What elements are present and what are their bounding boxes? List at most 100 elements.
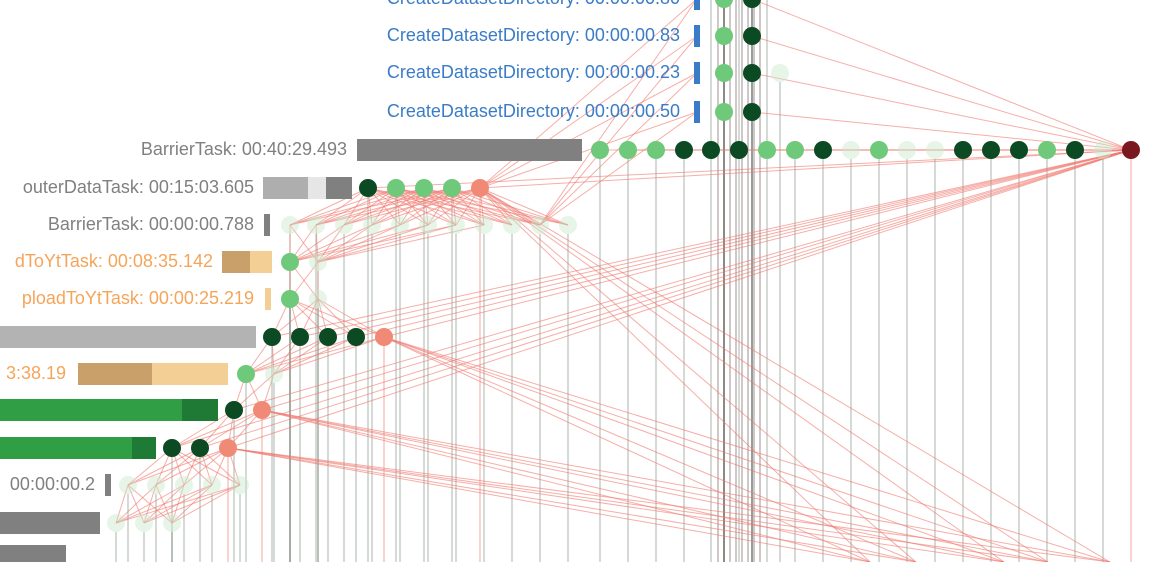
duration-bar[interactable]	[132, 437, 156, 459]
dependency-node[interactable]	[1010, 141, 1028, 159]
task-label: 3:38.19	[6, 363, 66, 384]
dependency-node[interactable]	[503, 216, 521, 234]
dependency-node[interactable]	[319, 328, 337, 346]
task-label: ploadToYtTask: 00:00:25.219	[22, 288, 254, 309]
dependency-node[interactable]	[391, 216, 409, 234]
dependency-node[interactable]	[531, 216, 549, 234]
dependency-node[interactable]	[265, 365, 283, 383]
duration-tick[interactable]	[694, 62, 700, 84]
dependency-node[interactable]	[237, 365, 255, 383]
task-label: dToYtTask: 00:08:35.142	[15, 251, 213, 272]
duration-bar[interactable]	[0, 326, 256, 348]
task-label: BarrierTask: 00:00:00.788	[48, 214, 254, 235]
dependency-node[interactable]	[475, 216, 493, 234]
task-label: outerDataTask: 00:15:03.605	[23, 177, 254, 198]
dependency-node[interactable]	[163, 439, 181, 457]
dependency-node[interactable]	[291, 328, 309, 346]
duration-bar[interactable]	[0, 437, 132, 459]
dependency-node[interactable]	[175, 476, 193, 494]
dependency-node[interactable]	[898, 141, 916, 159]
dependency-node[interactable]	[591, 141, 609, 159]
dependency-node[interactable]	[786, 141, 804, 159]
dependency-node[interactable]	[1038, 141, 1056, 159]
dependency-node[interactable]	[309, 290, 327, 308]
duration-tick[interactable]	[105, 474, 111, 496]
dependency-node[interactable]	[954, 141, 972, 159]
dependency-node[interactable]	[225, 401, 243, 419]
dependency-node[interactable]	[675, 141, 693, 159]
duration-bar[interactable]	[263, 177, 308, 199]
dependency-node[interactable]	[419, 216, 437, 234]
dependency-node[interactable]	[647, 141, 665, 159]
dependency-node[interactable]	[619, 141, 637, 159]
duration-bar[interactable]	[0, 545, 66, 562]
dependency-node[interactable]	[715, 103, 733, 121]
dependency-node[interactable]	[307, 216, 325, 234]
duration-bar[interactable]	[357, 139, 582, 161]
dependency-node[interactable]	[1066, 141, 1084, 159]
duration-bar[interactable]	[250, 251, 272, 273]
duration-tick[interactable]	[265, 288, 271, 310]
dependency-node[interactable]	[119, 476, 137, 494]
dependency-node[interactable]	[443, 179, 461, 197]
dependency-node[interactable]	[743, 27, 761, 45]
duration-bar[interactable]	[78, 363, 152, 385]
dependency-node[interactable]	[842, 141, 860, 159]
dependency-node[interactable]	[715, 27, 733, 45]
task-label: BarrierTask: 00:40:29.493	[141, 139, 347, 160]
duration-tick[interactable]	[694, 25, 700, 47]
dependency-node[interactable]	[191, 439, 209, 457]
dependency-node[interactable]	[163, 514, 181, 532]
dependency-node[interactable]	[771, 64, 789, 82]
dependency-node[interactable]	[281, 216, 299, 234]
dependency-node[interactable]	[415, 179, 433, 197]
dependency-node[interactable]	[203, 476, 221, 494]
task-label: CreateDatasetDirectory: 00:00:00.83	[387, 25, 680, 46]
dependency-node[interactable]	[982, 141, 1000, 159]
dependency-node[interactable]	[1094, 141, 1112, 159]
dependency-node[interactable]	[107, 514, 125, 532]
dependency-node[interactable]	[702, 141, 720, 159]
dependency-node[interactable]	[743, 64, 761, 82]
duration-tick[interactable]	[694, 0, 700, 10]
dependency-node[interactable]	[715, 0, 733, 8]
dependency-node[interactable]	[309, 253, 327, 271]
dependency-node[interactable]	[814, 141, 832, 159]
dependency-node[interactable]	[231, 476, 249, 494]
dependency-node[interactable]	[281, 253, 299, 271]
dependency-node[interactable]	[281, 290, 299, 308]
dependency-node[interactable]	[559, 216, 577, 234]
dependency-node[interactable]	[743, 0, 761, 8]
dependency-node[interactable]	[253, 401, 271, 419]
dependency-node[interactable]	[335, 216, 353, 234]
duration-tick[interactable]	[264, 214, 270, 236]
duration-bar[interactable]	[0, 399, 182, 421]
dependency-node[interactable]	[359, 179, 377, 197]
duration-bar[interactable]	[326, 177, 352, 199]
dependency-node[interactable]	[363, 216, 381, 234]
duration-tick[interactable]	[694, 101, 700, 123]
dependency-node[interactable]	[147, 476, 165, 494]
dependency-node[interactable]	[715, 64, 733, 82]
dependency-node[interactable]	[347, 328, 365, 346]
duration-bar[interactable]	[0, 512, 100, 534]
dependency-node[interactable]	[375, 328, 393, 346]
duration-bar[interactable]	[222, 251, 250, 273]
dependency-node[interactable]	[730, 141, 748, 159]
dependency-node[interactable]	[471, 179, 489, 197]
task-label: 00:00:00.2	[10, 474, 95, 495]
dependency-node[interactable]	[1122, 141, 1140, 159]
dependency-node[interactable]	[743, 103, 761, 121]
duration-bar[interactable]	[308, 177, 326, 199]
dependency-node[interactable]	[870, 141, 888, 159]
dependency-node[interactable]	[926, 141, 944, 159]
duration-bar[interactable]	[182, 399, 218, 421]
dependency-node[interactable]	[447, 216, 465, 234]
dependency-node[interactable]	[387, 179, 405, 197]
dependency-node[interactable]	[263, 328, 281, 346]
dependency-node[interactable]	[219, 439, 237, 457]
duration-bar[interactable]	[152, 363, 228, 385]
task-label: CreateDatasetDirectory: 00:00:00.23	[387, 62, 680, 83]
dependency-node[interactable]	[135, 514, 153, 532]
dependency-node[interactable]	[758, 141, 776, 159]
